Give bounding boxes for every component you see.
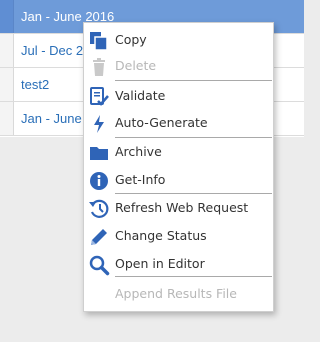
row-gutter bbox=[0, 0, 14, 33]
pencil-icon bbox=[88, 226, 110, 248]
menu-item-label: Get-Info bbox=[115, 172, 166, 187]
validate-icon bbox=[88, 86, 110, 108]
row-gutter bbox=[0, 34, 14, 67]
info-icon bbox=[88, 170, 110, 192]
menu-separator bbox=[115, 80, 272, 81]
menu-item-label: Archive bbox=[115, 144, 162, 159]
trash-icon bbox=[88, 56, 110, 78]
menu-item-auto-generate[interactable]: Auto-Generate bbox=[84, 110, 273, 136]
copy-icon bbox=[88, 30, 110, 52]
menu-item-label: Delete bbox=[115, 58, 157, 73]
menu-item-get-info[interactable]: Get-Info bbox=[84, 167, 273, 193]
row-gutter bbox=[0, 68, 14, 101]
magnifier-icon bbox=[88, 254, 110, 276]
menu-item-copy[interactable]: Copy bbox=[84, 27, 273, 53]
menu-item-change-status[interactable]: Change Status bbox=[84, 223, 273, 249]
menu-item-archive[interactable]: Archive bbox=[84, 139, 273, 165]
menu-separator bbox=[115, 276, 272, 277]
folder-icon bbox=[88, 142, 110, 164]
menu-item-validate[interactable]: Validate bbox=[84, 83, 273, 109]
menu-separator bbox=[115, 137, 272, 138]
menu-item-label: Validate bbox=[115, 88, 166, 103]
menu-item-open-in-editor[interactable]: Open in Editor bbox=[84, 251, 273, 277]
menu-separator bbox=[115, 193, 272, 194]
row-gutter bbox=[0, 102, 14, 135]
row-label[interactable]: Jul - Dec 2 bbox=[14, 43, 83, 58]
menu-item-append-results-file: Append Results File bbox=[84, 281, 273, 307]
menu-item-label: Change Status bbox=[115, 228, 207, 243]
lightning-icon bbox=[88, 113, 110, 135]
menu-item-delete: Delete bbox=[84, 53, 273, 79]
row-label[interactable]: Jan - June bbox=[14, 111, 82, 126]
history-icon bbox=[88, 198, 110, 220]
menu-item-label: Append Results File bbox=[115, 286, 237, 301]
menu-item-label: Open in Editor bbox=[115, 256, 205, 271]
menu-item-label: Auto-Generate bbox=[115, 115, 208, 130]
menu-item-label: Copy bbox=[115, 32, 147, 47]
menu-item-refresh-web-request[interactable]: Refresh Web Request bbox=[84, 195, 273, 221]
menu-item-label: Refresh Web Request bbox=[115, 200, 249, 215]
row-label[interactable]: test2 bbox=[14, 77, 49, 92]
context-menu: Copy Delete Validate Auto-Generate Archi… bbox=[83, 22, 274, 312]
